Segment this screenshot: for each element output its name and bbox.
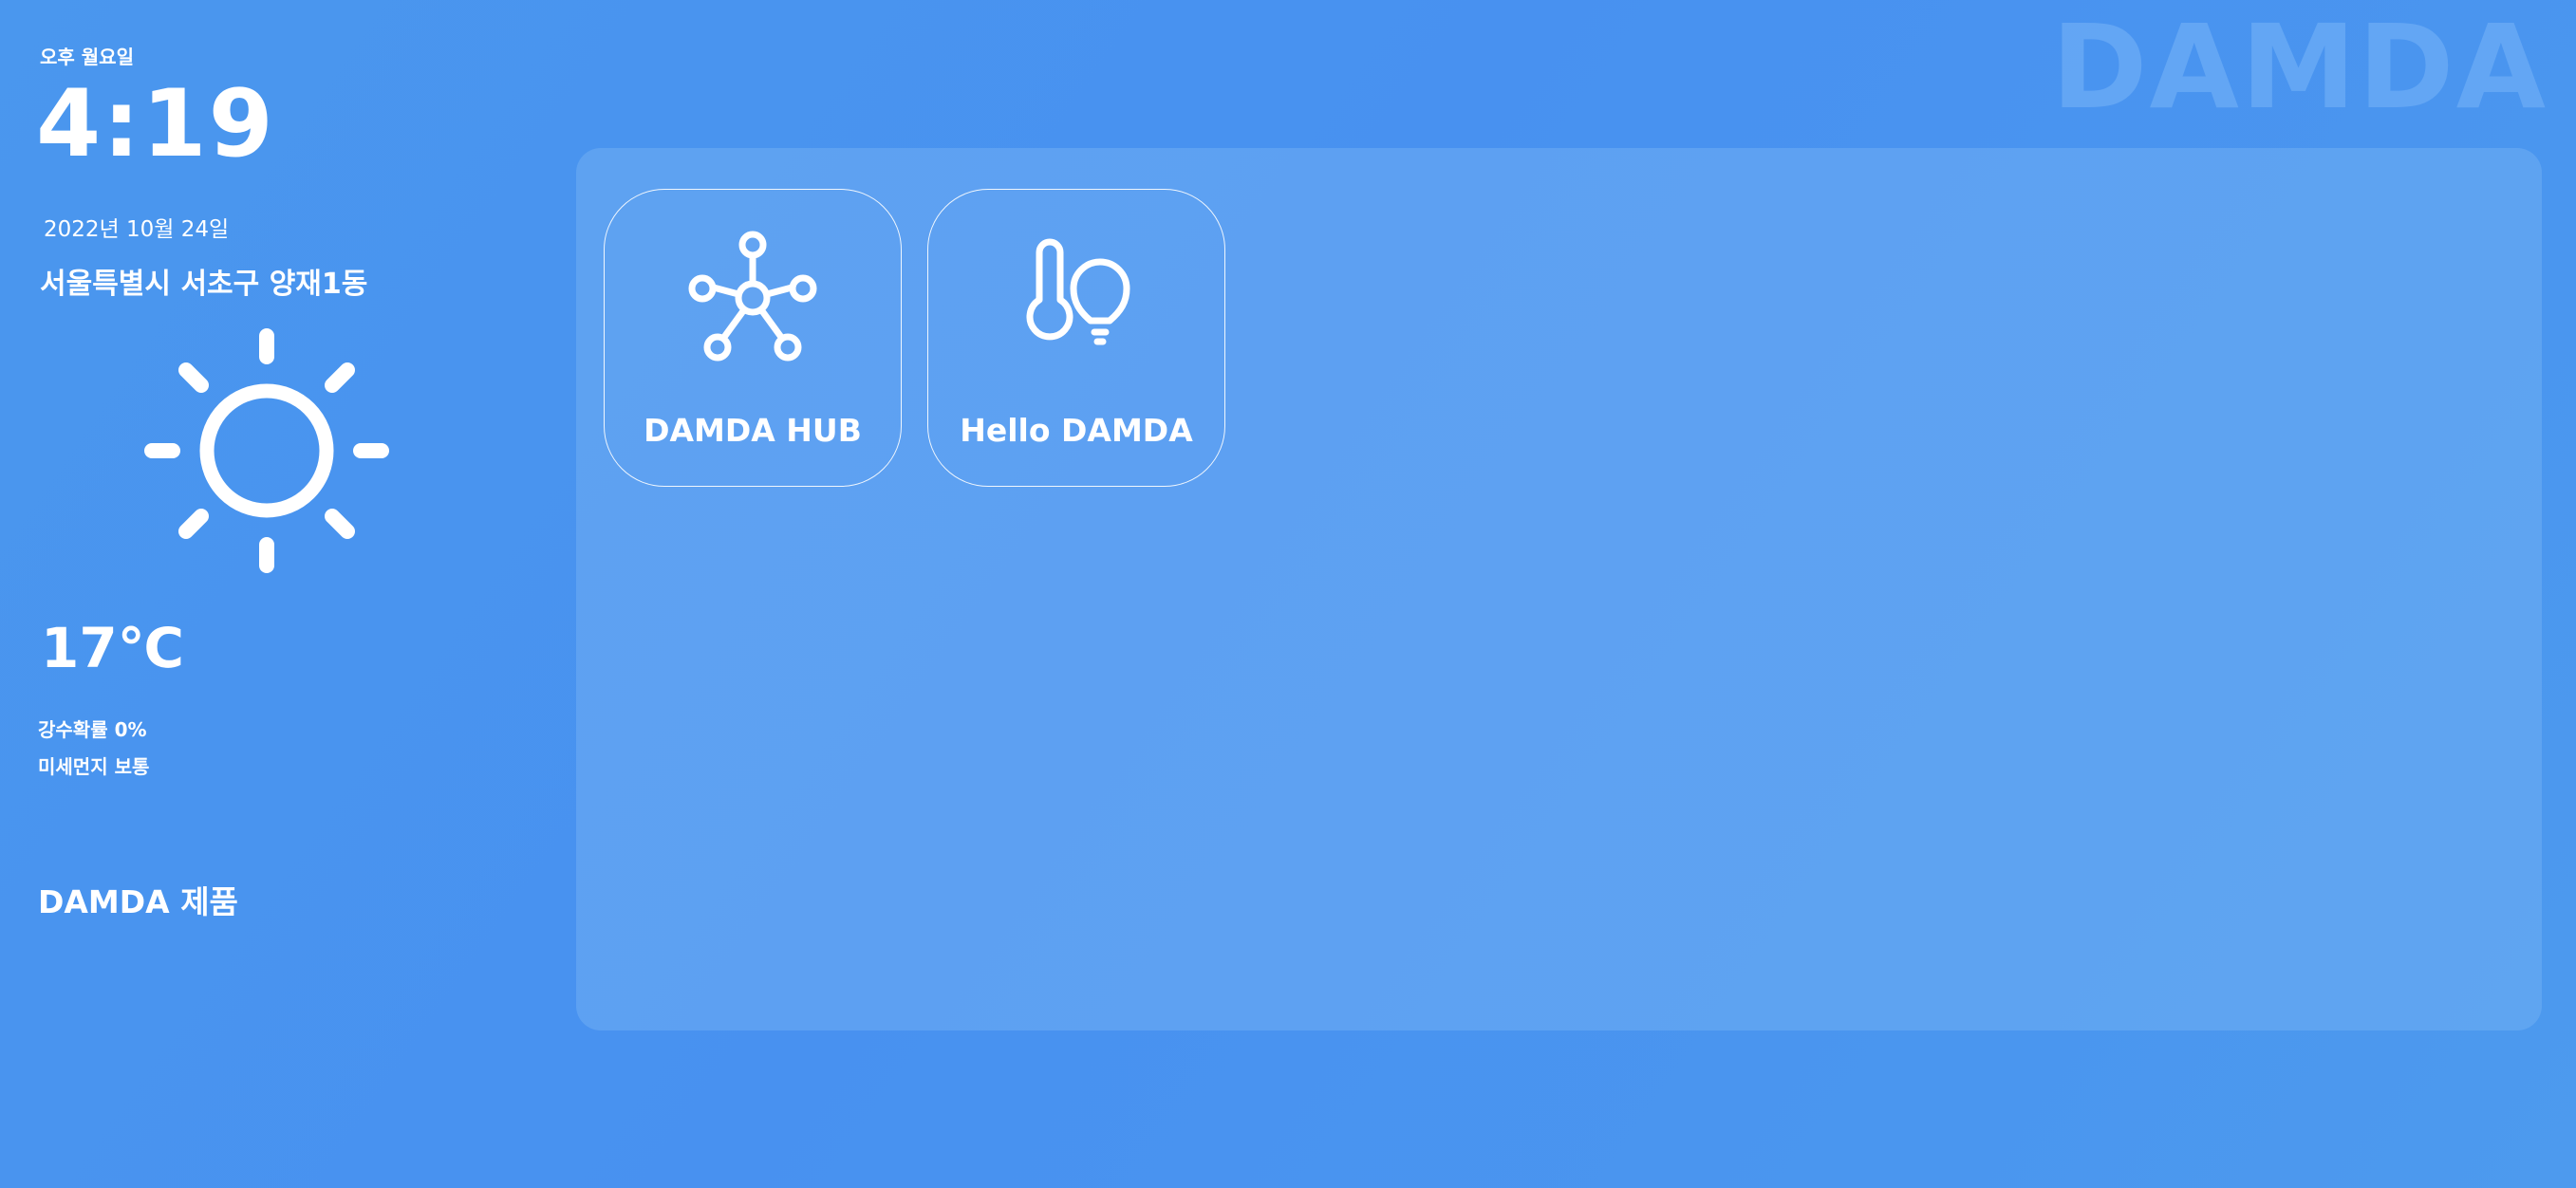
app-tile-damda-hub[interactable]: DAMDA HUB bbox=[604, 189, 902, 487]
clock-time: 4:19 bbox=[36, 70, 275, 178]
hub-network-icon bbox=[688, 231, 817, 362]
fine-dust-status: 미세먼지 보통 bbox=[38, 755, 150, 778]
app-label-hello-damda: Hello DAMDA bbox=[960, 412, 1193, 449]
thermometer-bulb-icon bbox=[1026, 238, 1130, 345]
rain-probability: 강수확률 0% bbox=[38, 718, 147, 741]
location-label: 서울특별시 서초구 양재1동 bbox=[40, 268, 368, 301]
sun-icon bbox=[144, 328, 389, 573]
app-tile-hello-damda[interactable]: Hello DAMDA bbox=[927, 189, 1225, 487]
damda-watermark-logo: DAMDA bbox=[2051, 0, 2548, 135]
current-date: 2022년 10월 24일 bbox=[44, 217, 230, 242]
weather-sidebar: 오후 월요일 4:19 2022년 10월 24일 서울특별시 서초구 양재1동… bbox=[36, 0, 530, 1188]
products-heading: DAMDA 제품 bbox=[38, 883, 238, 920]
temperature-value: 17℃ bbox=[41, 616, 184, 680]
apps-panel: DAMDA HUB Hello DAMDA bbox=[576, 148, 2542, 1030]
app-label-damda-hub: DAMDA HUB bbox=[644, 412, 862, 449]
ampm-weekday: 오후 월요일 bbox=[40, 46, 134, 68]
